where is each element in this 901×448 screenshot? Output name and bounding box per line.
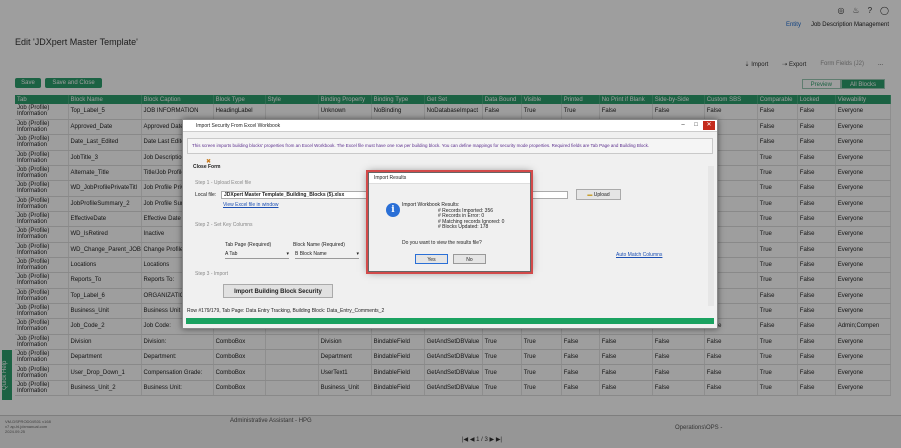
info-icon: i [386, 203, 400, 217]
view-excel-link[interactable]: View Excel file in window [223, 202, 279, 208]
no-button[interactable]: No [453, 254, 486, 264]
auto-match-link[interactable]: Auto Match Columns [616, 252, 662, 258]
local-file-label: Local file: [195, 192, 217, 198]
tab-page-select[interactable]: A Tab ▾ [225, 250, 289, 259]
minimize-icon[interactable]: – [677, 121, 689, 130]
close-form-link[interactable]: Close Form [193, 164, 221, 170]
chevron-down-icon: ▾ [356, 251, 359, 257]
step1-heading: Step 1 - Upload Excel file [195, 180, 252, 186]
dialog-message: Import Workbook Results: # Records Impor… [402, 202, 505, 230]
step3-heading: Step 3 - Import [195, 271, 229, 277]
import-window-title: Import Security From Excel Workbook [196, 123, 281, 129]
block-name-select[interactable]: B Block Name ▾ [295, 250, 359, 259]
dialog-title: Import Results [369, 173, 530, 184]
folder-icon: ▬ [587, 192, 593, 198]
chevron-down-icon: ▾ [286, 251, 289, 257]
block-name-label: Block Name (Required) [293, 242, 345, 248]
import-window-scrollbar[interactable] [708, 166, 714, 306]
import-building-block-button[interactable]: Import Building Block Security [223, 284, 333, 298]
import-notice: This screen imports building blocks' pro… [187, 138, 713, 154]
maximize-icon[interactable]: □ [690, 121, 702, 130]
import-progress-bar [186, 318, 714, 324]
dialog-question: Do you want to view the results file? [402, 240, 482, 246]
yes-button[interactable]: Yes [415, 254, 448, 264]
import-window-titlebar: Import Security From Excel Workbook – □ … [183, 120, 717, 132]
close-icon[interactable]: ✕ [703, 121, 715, 130]
step2-heading: Step 2 - Set Key Columns [195, 222, 253, 228]
import-status: Row #179/179, Tab Page: Data Entry Track… [187, 308, 385, 314]
upload-button[interactable]: ▬ Upload [576, 189, 621, 200]
tab-page-label: Tab Page (Required) [225, 242, 272, 248]
import-results-dialog: Import Results i Import Workbook Results… [368, 172, 531, 272]
